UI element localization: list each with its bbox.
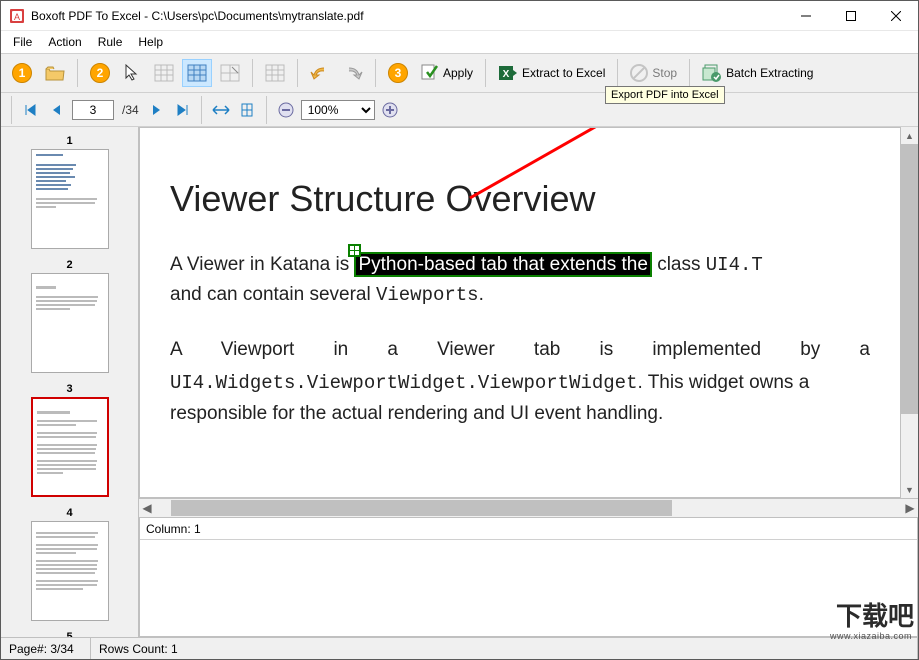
app-window: A Boxoft PDF To Excel - C:\Users\pc\Docu… (0, 0, 919, 660)
scroll-left-icon[interactable]: ◀ (139, 500, 155, 516)
separator (11, 96, 12, 124)
titlebar: A Boxoft PDF To Excel - C:\Users\pc\Docu… (1, 1, 918, 31)
scroll-down-icon[interactable]: ▼ (901, 481, 918, 498)
status-rows: Rows Count: 1 (91, 638, 918, 659)
zoom-out-button[interactable] (275, 99, 297, 121)
table-tool-1[interactable] (149, 59, 179, 87)
separator (689, 59, 690, 87)
separator (375, 59, 376, 87)
extract-label: Extract to Excel (522, 66, 605, 80)
step-2-badge: 2 (85, 59, 115, 87)
window-title: Boxoft PDF To Excel - C:\Users\pc\Docume… (31, 9, 783, 23)
table-tool-4[interactable] (260, 59, 290, 87)
status-page: Page#: 3/34 (1, 638, 91, 659)
doc-paragraph-1: A Viewer in Katana is Python-based tab t… (170, 250, 870, 311)
scroll-right-icon[interactable]: ▶ (902, 500, 918, 516)
grid-edit-icon (220, 64, 240, 82)
separator (77, 59, 78, 87)
separator (485, 59, 486, 87)
badge-2: 2 (90, 63, 110, 83)
nav-toolbar: /34 100% (1, 93, 918, 127)
fit-width-button[interactable] (210, 99, 232, 121)
thumb-page-3[interactable]: 3 (19, 383, 120, 497)
page-number-input[interactable] (72, 100, 114, 120)
window-controls (783, 1, 918, 30)
fit-page-button[interactable] (236, 99, 258, 121)
batch-label: Batch Extracting (726, 66, 813, 80)
menu-file[interactable]: File (5, 33, 40, 51)
page-total-label: /34 (118, 103, 141, 117)
data-grid-panel[interactable]: Column: 1 (139, 517, 918, 637)
pointer-tool-button[interactable] (118, 59, 146, 87)
maximize-button[interactable] (828, 1, 873, 30)
zoom-in-button[interactable] (379, 99, 401, 121)
menu-help[interactable]: Help (130, 33, 171, 51)
grid-icon-2 (265, 64, 285, 82)
main-area: 1 2 3 4 5 Viewer S (1, 127, 918, 637)
thumb-page-1[interactable]: 1 (19, 135, 120, 249)
statusbar: Page#: 3/34 Rows Count: 1 (1, 637, 918, 659)
step-3-badge: 3 (383, 59, 413, 87)
app-icon: A (9, 8, 25, 24)
document-viewer[interactable]: Viewer Structure Overview A Viewer in Ka… (139, 127, 901, 498)
step-1-badge: 1 (7, 59, 37, 87)
batch-extracting-button[interactable]: Batch Extracting (697, 59, 818, 87)
stop-button[interactable]: Stop (625, 59, 682, 87)
redo-button[interactable] (338, 59, 368, 87)
apply-label: Apply (443, 66, 473, 80)
vertical-scrollbar[interactable]: ▲ ▼ (901, 127, 918, 498)
badge-1: 1 (12, 63, 32, 83)
first-page-button[interactable] (20, 99, 42, 121)
separator (297, 59, 298, 87)
grid-icon (154, 64, 174, 82)
thumbnail-panel[interactable]: 1 2 3 4 5 (1, 127, 139, 637)
badge-3: 3 (388, 63, 408, 83)
scroll-up-icon[interactable]: ▲ (901, 127, 918, 144)
stop-icon (630, 64, 648, 82)
table-tool-2-active[interactable] (182, 59, 212, 87)
next-page-button[interactable] (145, 99, 167, 121)
main-toolbar: 1 2 3 Apply X Extract to Excel Stop (1, 53, 918, 93)
menu-rule[interactable]: Rule (90, 33, 131, 51)
selection-handle-icon[interactable] (348, 244, 361, 257)
separator (617, 59, 618, 87)
separator (201, 96, 202, 124)
minimize-button[interactable] (783, 1, 828, 30)
redo-icon (343, 65, 363, 81)
doc-paragraph-3: UI4.Widgets.ViewportWidget.ViewportWidge… (170, 368, 870, 428)
svg-text:A: A (14, 12, 20, 22)
prev-page-button[interactable] (46, 99, 68, 121)
doc-heading: Viewer Structure Overview (170, 178, 870, 220)
apply-icon (421, 64, 439, 82)
horizontal-scrollbar[interactable]: ◀ ▶ (139, 498, 918, 516)
thumb-page-4[interactable]: 4 (19, 507, 120, 621)
extract-tooltip: Export PDF into Excel (605, 86, 725, 104)
cursor-icon (124, 64, 140, 82)
menubar: File Action Rule Help (1, 31, 918, 53)
last-page-button[interactable] (171, 99, 193, 121)
grid-select-icon (187, 64, 207, 82)
undo-icon (310, 65, 330, 81)
undo-button[interactable] (305, 59, 335, 87)
text-selection[interactable]: Python-based tab that extends the (354, 252, 651, 277)
separator (266, 96, 267, 124)
content-area: Viewer Structure Overview A Viewer in Ka… (139, 127, 918, 637)
excel-icon: X (498, 64, 518, 82)
column-header[interactable]: Column: 1 (140, 518, 917, 540)
open-file-button[interactable] (40, 59, 70, 87)
separator (252, 59, 253, 87)
close-button[interactable] (873, 1, 918, 30)
svg-text:X: X (503, 69, 510, 80)
stop-label: Stop (652, 66, 677, 80)
extract-to-excel-button[interactable]: X Extract to Excel (493, 59, 610, 87)
menu-action[interactable]: Action (40, 33, 89, 51)
folder-open-icon (45, 64, 65, 82)
thumb-page-2[interactable]: 2 (19, 259, 120, 373)
zoom-select[interactable]: 100% (301, 100, 375, 120)
batch-icon (702, 64, 722, 82)
doc-paragraph-2: A Viewport in a Viewer tab is implemente… (170, 335, 870, 364)
apply-button[interactable]: Apply (416, 59, 478, 87)
table-tool-3[interactable] (215, 59, 245, 87)
